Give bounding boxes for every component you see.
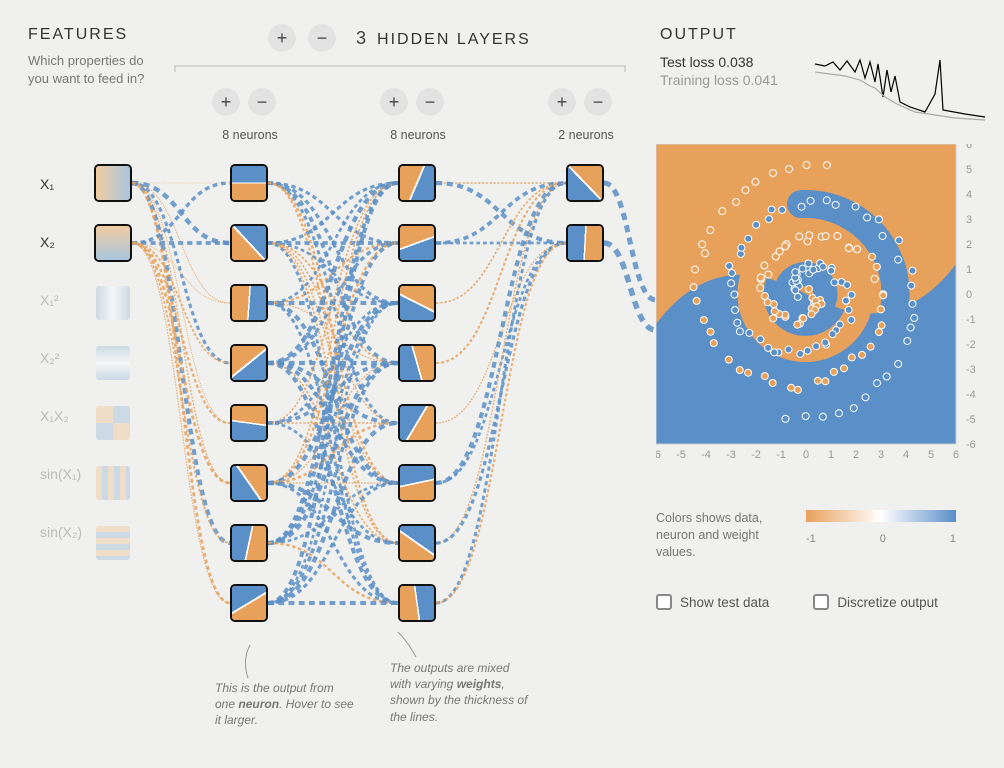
- layer2-remove-neuron-button[interactable]: −: [416, 88, 444, 116]
- svg-text:6: 6: [966, 144, 972, 151]
- layer2-neuron-5[interactable]: [398, 404, 436, 442]
- svg-text:4: 4: [966, 189, 972, 201]
- layer1-neuron-count: 8 neurons: [208, 128, 292, 142]
- show-test-data-checkbox[interactable]: [656, 594, 672, 610]
- legend-mid: 0: [880, 533, 886, 545]
- feature-label-x1x2: X₁X₂: [40, 408, 82, 424]
- svg-text:-2: -2: [751, 449, 761, 461]
- layer2-neuron-1[interactable]: [398, 164, 436, 202]
- feature-label-sinx1: sin(X₁): [40, 466, 82, 482]
- feature-node-5[interactable]: [94, 464, 132, 502]
- svg-text:6: 6: [953, 449, 959, 461]
- layer1-neuron-7[interactable]: [230, 524, 268, 562]
- output-heatmap[interactable]: -6 -5 -4 -3 -2 -1 0 1 2 3 4 5 6 6 5 4 3 2 1 0 -1 -2 -3 -4 -5 -6: [656, 144, 976, 464]
- svg-text:-1: -1: [966, 314, 976, 326]
- svg-text:-6: -6: [656, 449, 661, 461]
- layer1-remove-neuron-button[interactable]: −: [248, 88, 276, 116]
- layer1-add-neuron-button[interactable]: +: [212, 88, 240, 116]
- svg-text:-5: -5: [676, 449, 686, 461]
- add-layer-button[interactable]: +: [268, 24, 296, 52]
- feature-node-4[interactable]: [94, 404, 132, 442]
- hidden-layer-count: 3: [356, 28, 366, 48]
- feature-label-x1: X₁: [40, 176, 82, 192]
- svg-text:-3: -3: [726, 449, 736, 461]
- layer2-neuron-2[interactable]: [398, 224, 436, 262]
- svg-text:5: 5: [966, 164, 972, 176]
- legend-max: 1: [950, 533, 956, 545]
- layer1-neuron-6[interactable]: [230, 464, 268, 502]
- test-loss-label: Test loss: [660, 54, 714, 70]
- svg-text:2: 2: [853, 449, 859, 461]
- layer1-neuron-3[interactable]: [230, 284, 268, 322]
- layer2-neuron-6[interactable]: [398, 464, 436, 502]
- svg-text:-2: -2: [966, 339, 976, 351]
- svg-text:-4: -4: [966, 389, 976, 401]
- layer3-neuron-count: 2 neurons: [544, 128, 628, 142]
- hidden-layers-title: HIDDEN LAYERS: [377, 31, 531, 48]
- svg-text:3: 3: [966, 214, 972, 226]
- svg-text:5: 5: [928, 449, 934, 461]
- legend-text: Colors shows data, neuron and weight val…: [656, 510, 786, 561]
- show-test-data-label: Show test data: [680, 595, 769, 610]
- layer2-neuron-8[interactable]: [398, 584, 436, 622]
- svg-text:-5: -5: [966, 414, 976, 426]
- loss-sparkline: [815, 52, 985, 132]
- features-subtitle: Which properties do you want to feed in?: [28, 52, 148, 87]
- feature-node-0[interactable]: [94, 164, 132, 202]
- layer1-neuron-4[interactable]: [230, 344, 268, 382]
- callout-neuron: This is the output from one neuron. Hove…: [215, 680, 355, 729]
- svg-text:4: 4: [903, 449, 909, 461]
- callout-weights: The outputs are mixed with varying weigh…: [390, 660, 530, 725]
- layer3-neuron-2[interactable]: [566, 224, 604, 262]
- layer3-neuron-1[interactable]: [566, 164, 604, 202]
- svg-text:-1: -1: [776, 449, 786, 461]
- svg-text:-3: -3: [966, 364, 976, 376]
- feature-label-sinx2: sin(X₂): [40, 524, 82, 540]
- feature-node-2[interactable]: [94, 284, 132, 322]
- discretize-checkbox[interactable]: [813, 594, 829, 610]
- svg-text:-6: -6: [966, 439, 976, 451]
- layer3-add-neuron-button[interactable]: +: [548, 88, 576, 116]
- train-loss-label: Training loss: [660, 72, 739, 88]
- feature-node-1[interactable]: [94, 224, 132, 262]
- features-title: FEATURES: [28, 26, 148, 44]
- layer1-neuron-5[interactable]: [230, 404, 268, 442]
- legend-min: -1: [806, 533, 816, 545]
- svg-text:1: 1: [966, 264, 972, 276]
- layer2-add-neuron-button[interactable]: +: [380, 88, 408, 116]
- feature-label-x2sq: X₂²: [40, 350, 82, 366]
- svg-text:0: 0: [966, 289, 972, 301]
- feature-label-x2: X₂: [40, 234, 82, 250]
- svg-text:2: 2: [966, 239, 972, 251]
- layer2-neuron-count: 8 neurons: [376, 128, 460, 142]
- svg-text:3: 3: [878, 449, 884, 461]
- feature-node-6[interactable]: [94, 524, 132, 562]
- svg-text:0: 0: [803, 449, 809, 461]
- test-loss-value: 0.038: [718, 54, 753, 70]
- svg-text:-4: -4: [701, 449, 711, 461]
- discretize-label: Discretize output: [837, 595, 938, 610]
- color-legend: -1 0 1: [806, 510, 956, 545]
- output-title: OUTPUT: [660, 26, 778, 44]
- layer1-neuron-2[interactable]: [230, 224, 268, 262]
- svg-text:1: 1: [828, 449, 834, 461]
- layer2-neuron-4[interactable]: [398, 344, 436, 382]
- train-loss-value: 0.041: [743, 72, 778, 88]
- remove-layer-button[interactable]: −: [308, 24, 336, 52]
- layer1-neuron-8[interactable]: [230, 584, 268, 622]
- layer2-neuron-7[interactable]: [398, 524, 436, 562]
- layer3-remove-neuron-button[interactable]: −: [584, 88, 612, 116]
- feature-node-3[interactable]: [94, 344, 132, 382]
- feature-label-x1sq: X₁²: [40, 292, 82, 308]
- layer2-neuron-3[interactable]: [398, 284, 436, 322]
- layer1-neuron-1[interactable]: [230, 164, 268, 202]
